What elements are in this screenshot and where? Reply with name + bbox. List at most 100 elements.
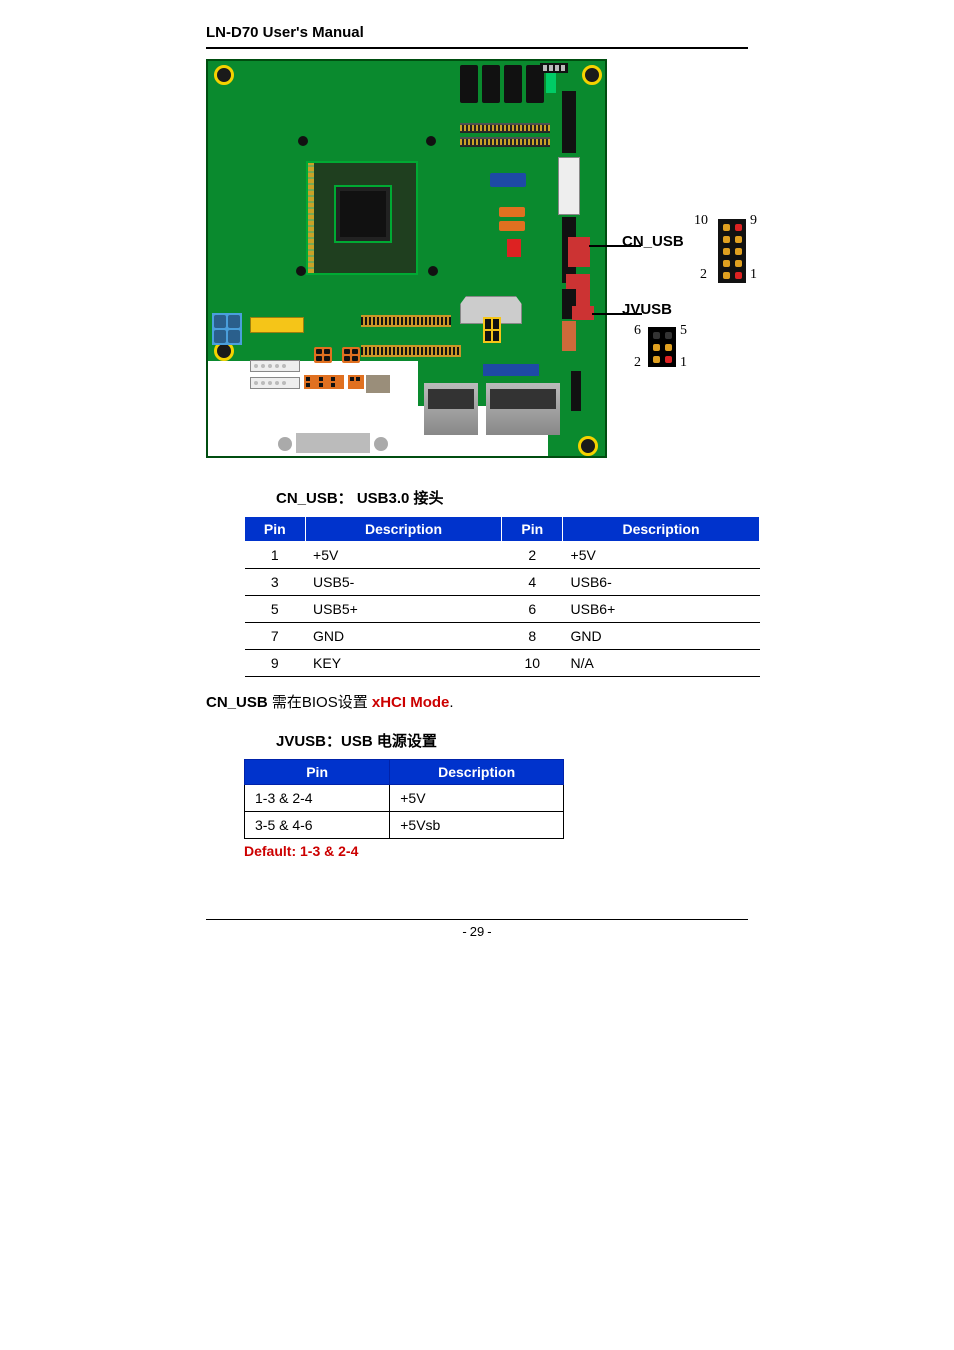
- cn-usb-table: Pin Description Pin Description 1 +5V 2 …: [244, 516, 760, 677]
- motherboard: [206, 59, 607, 458]
- page-number: -29-: [56, 924, 898, 939]
- memory-slot: [460, 123, 550, 133]
- pin-block-icon: [648, 327, 676, 367]
- orange-header: [348, 375, 364, 389]
- cell: GND: [305, 623, 502, 650]
- pin-label: 2: [700, 267, 707, 283]
- pin-label: 9: [750, 213, 757, 229]
- top-pin-header: [540, 63, 568, 73]
- red-connector: [507, 239, 521, 257]
- cell: +5V: [563, 542, 760, 569]
- th-desc-b: Description: [563, 517, 760, 542]
- right-pin-header: [571, 371, 581, 411]
- th-desc-a: Description: [305, 517, 502, 542]
- memory-slot: [460, 137, 550, 147]
- cell: KEY: [305, 650, 502, 677]
- jvusb-pinout: 6 5 2 1: [634, 325, 698, 375]
- cell: +5V: [390, 785, 564, 812]
- orange-header: [342, 347, 360, 363]
- table-row: 5 USB5+ 6 USB6+: [245, 596, 760, 623]
- cn-usb-pinout: 10 9 2 1: [694, 217, 772, 279]
- cell: USB5-: [305, 569, 502, 596]
- top-connectors: [460, 65, 544, 103]
- page-title: LN-D70 User's Manual: [56, 24, 898, 47]
- standoff-icon: [426, 136, 436, 146]
- cell: GND: [563, 623, 760, 650]
- white-pin-header: [250, 360, 300, 372]
- bracket-icon: [366, 375, 390, 393]
- cell: 2: [502, 542, 563, 569]
- gold-header: [361, 345, 461, 357]
- cell: N/A: [563, 650, 760, 677]
- pin-label: 2: [634, 355, 641, 371]
- table-row: 3 USB5- 4 USB6-: [245, 569, 760, 596]
- pin-block-icon: [718, 219, 746, 283]
- page-number-value: 29: [470, 924, 484, 939]
- cell: 3: [245, 569, 306, 596]
- blue-connector: [483, 364, 539, 376]
- cpu-socket: [306, 161, 418, 275]
- cn-usb-heading: CN_USB： USB3.0 接头: [276, 487, 898, 508]
- th-pin-b: Pin: [502, 517, 563, 542]
- pin-label: 6: [634, 323, 641, 339]
- mounting-hole-icon: [578, 436, 598, 456]
- table-row: 7 GND 8 GND: [245, 623, 760, 650]
- right-pin-header: [562, 91, 576, 153]
- jvusb-connector: [572, 306, 594, 320]
- th-pin: Pin: [245, 760, 390, 785]
- cn-usb-note: CN_USB 需在BIOS设置 xHCI Mode.: [206, 691, 898, 712]
- cell: 1-3 & 2-4: [245, 785, 390, 812]
- yellow-connector: [250, 317, 304, 333]
- right-pin-header: [562, 321, 576, 351]
- note-text: 需在BIOS设置: [268, 694, 372, 711]
- header-rule: [206, 47, 748, 49]
- mounting-hole-icon: [582, 65, 602, 85]
- callout-cn-usb: CN_USB: [622, 233, 684, 250]
- cell: USB6-: [563, 569, 760, 596]
- pin-label: 1: [750, 267, 757, 283]
- vga-port: [278, 433, 388, 457]
- table-row: 1 +5V 2 +5V: [245, 542, 760, 569]
- gold-header: [361, 315, 451, 327]
- cell: +5Vsb: [390, 812, 564, 839]
- cell: 3-5 & 4-6: [245, 812, 390, 839]
- standoff-icon: [428, 266, 438, 276]
- cell: 6: [502, 596, 563, 623]
- cell: 8: [502, 623, 563, 650]
- cell: 9: [245, 650, 306, 677]
- red-header: [568, 237, 590, 267]
- callout-jvusb: JVUSB: [622, 301, 672, 318]
- jvusb-table: Pin Description 1-3 & 2-4 +5V 3-5 & 4-6 …: [244, 759, 564, 839]
- table-row: 9 KEY 10 N/A: [245, 650, 760, 677]
- cell: 7: [245, 623, 306, 650]
- orange-header: [304, 375, 344, 389]
- note-suffix: .: [449, 694, 453, 711]
- table-row: 3-5 & 4-6 +5Vsb: [245, 812, 564, 839]
- small-connector: [499, 207, 525, 217]
- board-figure: CN_USB JVUSB 10 9 2 1 6 5 2: [56, 59, 898, 469]
- rear-io-ports: [424, 383, 560, 435]
- pin-label: 1: [680, 355, 687, 371]
- cell: 4: [502, 569, 563, 596]
- yellow-pin-block: [483, 317, 501, 343]
- th-pin-a: Pin: [245, 517, 306, 542]
- cell: USB5+: [305, 596, 502, 623]
- cell: USB6+: [563, 596, 760, 623]
- small-connector: [499, 221, 525, 231]
- small-green-connector: [546, 73, 556, 93]
- standoff-icon: [296, 266, 306, 276]
- cell: 1: [245, 542, 306, 569]
- jvusb-default-note: Default: 1-3 & 2-4: [244, 843, 898, 859]
- table-row: 1-3 & 2-4 +5V: [245, 785, 564, 812]
- pin-label: 10: [694, 213, 708, 229]
- note-prefix: CN_USB: [206, 694, 268, 711]
- cell: 5: [245, 596, 306, 623]
- standoff-icon: [298, 136, 308, 146]
- orange-header: [314, 347, 332, 363]
- cell: 10: [502, 650, 563, 677]
- right-connector: [558, 157, 580, 215]
- th-desc: Description: [390, 760, 564, 785]
- jvusb-heading: JVUSB：USB 电源设置: [276, 730, 898, 751]
- audio-block: [212, 313, 242, 345]
- note-red-text: xHCI Mode: [372, 694, 450, 711]
